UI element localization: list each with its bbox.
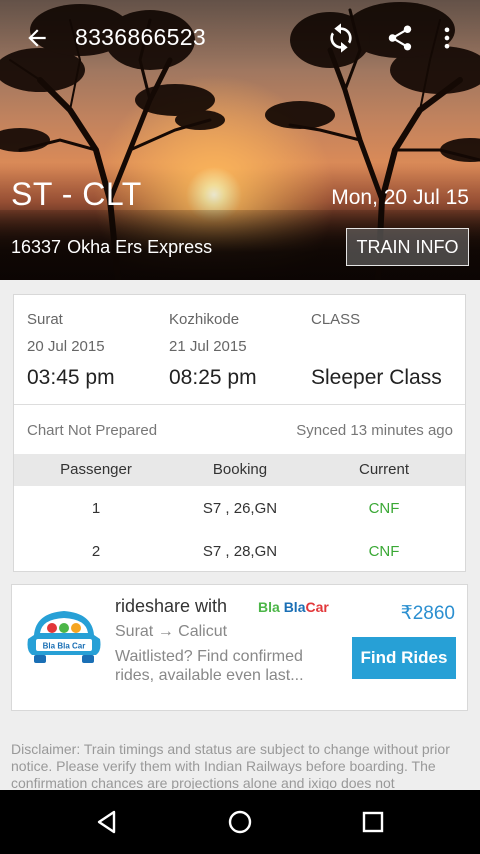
app-toolbar: 8336866523 xyxy=(0,0,480,76)
logo-text: Bla Bla Car xyxy=(43,642,86,651)
passenger-number: 1 xyxy=(91,500,101,517)
train-number: 16337 xyxy=(11,237,62,257)
train-details: 16337 Okha Ers Express xyxy=(11,237,212,258)
table-row: 2 S7 , 28,GN CNF xyxy=(14,531,465,573)
current-status: CNF xyxy=(368,543,400,560)
to-date: 21 Jul 2015 xyxy=(169,338,247,355)
hero-banner: 8336866523 ST - CLT Mon, 20 Jul 15 16337… xyxy=(0,0,480,280)
header-booking: Booking xyxy=(212,461,268,478)
more-options-button[interactable] xyxy=(427,18,467,58)
class-value: Sleeper Class xyxy=(311,366,442,389)
triangle-back-icon xyxy=(97,810,116,834)
circle-home-icon xyxy=(228,810,252,834)
departure-time: 03:45 pm xyxy=(27,366,115,389)
header-current: Current xyxy=(358,461,410,478)
brand-part: Car xyxy=(305,599,329,615)
synced-status: Synced 13 minutes ago xyxy=(296,422,453,439)
to-station: Kozhikode xyxy=(169,311,240,328)
nav-back-button[interactable] xyxy=(87,802,127,842)
divider xyxy=(14,404,465,405)
find-rides-button[interactable]: Find Rides xyxy=(352,637,456,679)
square-recents-icon xyxy=(362,811,384,833)
table-row: 1 S7 , 26,GN CNF xyxy=(14,488,465,530)
passenger-number: 2 xyxy=(91,543,101,560)
ad-title: rideshare with xyxy=(115,596,228,616)
header-passenger: Passenger xyxy=(60,461,132,478)
passenger-table-header: Passenger Booking Current xyxy=(14,454,465,486)
more-vert-icon xyxy=(444,27,450,49)
journey-date: Mon, 20 Jul 15 xyxy=(331,186,469,209)
pnr-status-card: Surat 20 Jul 2015 03:45 pm Kozhikode 21 … xyxy=(13,294,466,572)
train-name: Okha Ers Express xyxy=(67,237,213,257)
pnr-number-title: 8336866523 xyxy=(75,24,206,50)
system-navigation-bar xyxy=(0,790,480,854)
ride-route: Surat → Calicut xyxy=(115,623,228,640)
arrow-back-icon xyxy=(28,29,46,47)
disclaimer-text: Disclaimer: Train timings and status are… xyxy=(11,741,450,789)
nav-home-button[interactable] xyxy=(220,802,260,842)
blablacar-ad-card[interactable]: Bla Bla Car rideshare with Bla BlaCar ₹2… xyxy=(11,584,468,711)
arrival-time: 08:25 pm xyxy=(169,366,257,389)
from-date: 20 Jul 2015 xyxy=(27,338,105,355)
brand-part: Bla xyxy=(258,599,280,615)
nav-recents-button[interactable] xyxy=(353,802,393,842)
brand-part: Bla xyxy=(283,599,306,615)
from-station: Surat xyxy=(27,311,63,328)
ride-price: ₹2860 xyxy=(400,603,455,624)
train-info-button[interactable]: TRAIN INFO xyxy=(346,228,469,266)
route-title: ST - CLT xyxy=(11,176,142,212)
ad-description: Waitlisted? Find confirmed rides, availa… xyxy=(115,648,304,684)
blablacar-wordmark: Bla BlaCar xyxy=(258,599,329,615)
booking-status: S7 , 26,GN xyxy=(202,500,278,517)
class-label: CLASS xyxy=(311,311,361,328)
booking-status: S7 , 28,GN xyxy=(202,543,278,560)
refresh-icon xyxy=(330,23,352,53)
refresh-button[interactable] xyxy=(321,18,361,58)
current-status: CNF xyxy=(368,500,400,517)
back-button[interactable] xyxy=(17,18,57,58)
share-icon xyxy=(388,25,412,51)
share-button[interactable] xyxy=(380,18,420,58)
blablacar-car-logo-icon: Bla Bla Car xyxy=(27,611,101,663)
chart-status: Chart Not Prepared xyxy=(27,422,158,439)
